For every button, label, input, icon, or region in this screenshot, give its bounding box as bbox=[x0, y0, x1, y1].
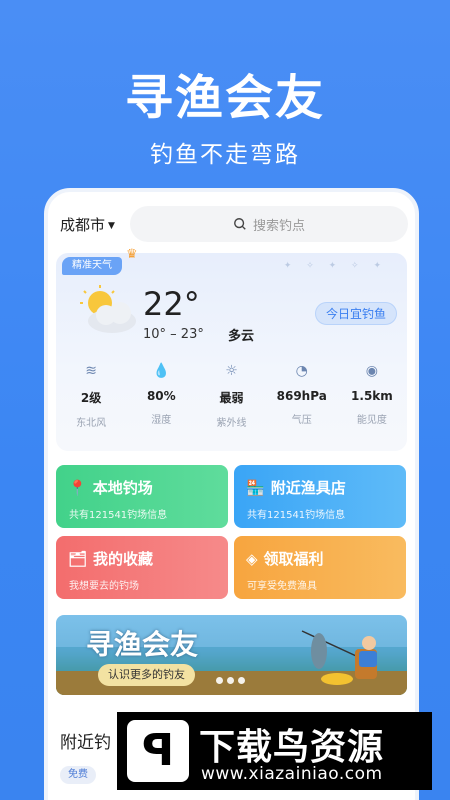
stat-label: 东北风 bbox=[76, 418, 107, 429]
visibility-icon: ◉ bbox=[365, 363, 379, 379]
carousel-dots[interactable] bbox=[216, 677, 245, 684]
stat-uv: ☼ 最弱 紫外线 bbox=[196, 363, 266, 429]
phone-screen: 成都市 ▼ 搜索钓点 精准天气 ♛ ✦ ✧ ✦ ✧ ✦ 22° 10° – 23°… bbox=[44, 188, 419, 800]
watermark-title: 下载鸟资源 bbox=[199, 727, 385, 768]
hero-title: 寻渔会友 bbox=[124, 70, 325, 126]
stat-value: 80% bbox=[146, 389, 176, 403]
tile-subtitle: 共有121541钓场信息 bbox=[247, 510, 346, 521]
snow-decoration-icon: ✦ ✧ ✦ ✧ ✦ bbox=[283, 261, 387, 271]
stat-value: 869hPa bbox=[276, 389, 327, 403]
tile-title: 领取福利 bbox=[263, 550, 324, 568]
city-label: 成都市 bbox=[60, 216, 106, 234]
stat-value: 最弱 bbox=[219, 391, 244, 405]
partly-cloudy-icon bbox=[80, 285, 136, 333]
store-icon: 🏪 bbox=[246, 478, 265, 497]
humidity-icon: 💧 bbox=[152, 363, 171, 379]
stat-value: 1.5km bbox=[351, 389, 393, 403]
stat-humidity: 💧 80% 湿度 bbox=[126, 363, 196, 429]
city-selector[interactable]: 成都市 ▼ bbox=[60, 214, 115, 235]
fisherman-illustration bbox=[301, 630, 377, 685]
favorite-folder-icon: 🗂 bbox=[68, 549, 88, 568]
crown-icon: ♛ bbox=[126, 247, 138, 262]
weather-tag: 精准天气 bbox=[62, 257, 122, 275]
current-temperature: 22° bbox=[143, 285, 200, 323]
tile-title: 我的收藏 bbox=[93, 550, 154, 568]
nearby-section-title: 附近钓 bbox=[60, 733, 111, 753]
stat-wind: ≋ 2级 东北风 bbox=[56, 363, 126, 429]
weather-card[interactable]: 精准天气 ♛ ✦ ✧ ✦ ✧ ✦ 22° 10° – 23° 多云 今日宜钓鱼 … bbox=[56, 247, 407, 451]
tile-subtitle: 共有121541钓场信息 bbox=[69, 510, 168, 521]
tile-subtitle: 可享受免费渔具 bbox=[247, 581, 317, 592]
banner-subtitle: 认识更多的钓友 bbox=[98, 664, 195, 686]
caret-down-icon: ▼ bbox=[108, 220, 115, 231]
stat-visibility: ◉ 1.5km 能见度 bbox=[337, 363, 407, 429]
weather-stats: ≋ 2级 东北风 💧 80% 湿度 ☼ 最弱 紫外线 ◔ 869hPa 气压 ◉ bbox=[56, 363, 407, 429]
tile-claim-benefits[interactable]: ◈ 领取福利 可享受免费渔具 bbox=[234, 536, 406, 599]
wind-icon: ≋ bbox=[85, 363, 97, 379]
temperature-range: 10° – 23° bbox=[143, 327, 204, 342]
search-placeholder: 搜索钓点 bbox=[252, 218, 305, 234]
search-icon bbox=[234, 218, 246, 230]
promo-banner[interactable]: 寻渔会友 认识更多的钓友 bbox=[56, 615, 407, 695]
tile-local-fishing-spots[interactable]: 📍 本地钓场 共有121541钓场信息 bbox=[56, 465, 228, 528]
hero-subtitle: 钓鱼不走弯路 bbox=[150, 142, 300, 168]
pressure-icon: ◔ bbox=[295, 363, 308, 379]
watermark: ꟼ 下载鸟资源 www.xiazainiao.com bbox=[117, 712, 432, 790]
gift-diamond-icon: ◈ bbox=[246, 549, 258, 568]
tile-my-favorites[interactable]: 🗂 我的收藏 我想要去的钓场 bbox=[56, 536, 228, 599]
stat-label: 湿度 bbox=[151, 415, 172, 426]
top-bar: 成都市 ▼ 搜索钓点 bbox=[48, 206, 415, 246]
bird-logo-icon: ꟼ bbox=[127, 720, 189, 782]
tile-nearby-tackle-shops[interactable]: 🏪 附近渔具店 共有121541钓场信息 bbox=[234, 465, 406, 528]
banner-title: 寻渔会友 bbox=[86, 628, 199, 661]
stat-label: 紫外线 bbox=[216, 418, 247, 429]
stat-label: 气压 bbox=[291, 415, 312, 426]
tile-subtitle: 我想要去的钓场 bbox=[69, 581, 139, 592]
location-pin-icon: 📍 bbox=[68, 478, 87, 497]
search-input[interactable]: 搜索钓点 bbox=[130, 206, 408, 242]
watermark-url: www.xiazainiao.com bbox=[201, 764, 383, 784]
stat-label: 能见度 bbox=[356, 415, 387, 426]
fishing-day-badge[interactable]: 今日宜钓鱼 bbox=[315, 302, 398, 325]
tile-title: 附近渔具店 bbox=[270, 479, 346, 497]
uv-icon: ☼ bbox=[225, 363, 238, 379]
tile-title: 本地钓场 bbox=[92, 479, 153, 497]
stat-pressure: ◔ 869hPa 气压 bbox=[267, 363, 337, 429]
stat-value: 2级 bbox=[80, 391, 102, 405]
weather-condition: 多云 bbox=[228, 329, 255, 344]
free-badge: 免费 bbox=[60, 766, 96, 784]
